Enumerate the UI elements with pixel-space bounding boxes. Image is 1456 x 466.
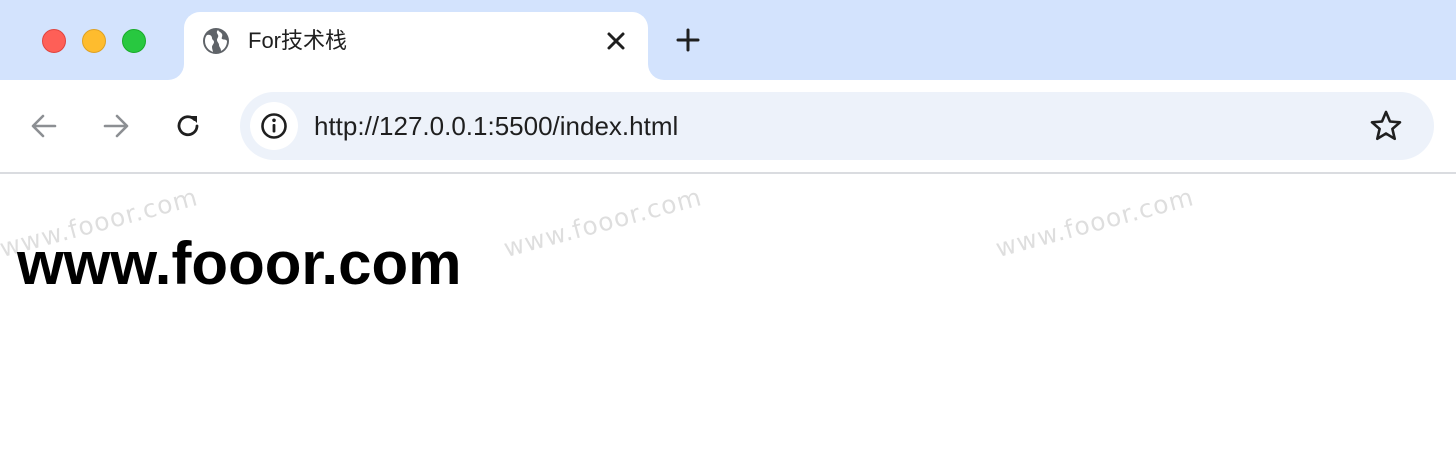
plus-icon[interactable] — [672, 24, 704, 56]
window-close-button[interactable] — [42, 29, 66, 53]
watermark: www.fooor.com — [992, 182, 1198, 263]
arrow-left-icon[interactable] — [26, 108, 62, 144]
tab-strip: For技术栈 — [0, 0, 1456, 80]
url-text[interactable]: http://127.0.0.1:5500/index.html — [314, 110, 678, 142]
tab-active[interactable]: For技术栈 — [184, 12, 648, 80]
window-minimize-button[interactable] — [82, 29, 106, 53]
browser-window: For技术栈 http://127.0.0.1:5500/index.html … — [0, 0, 1456, 466]
info-icon — [261, 113, 287, 139]
address-bar[interactable]: http://127.0.0.1:5500/index.html — [240, 92, 1434, 160]
globe-icon — [201, 26, 231, 56]
toolbar: http://127.0.0.1:5500/index.html — [0, 80, 1456, 174]
site-info-button[interactable] — [250, 102, 298, 150]
window-zoom-button[interactable] — [122, 29, 146, 53]
arrow-right-icon[interactable] — [98, 108, 134, 144]
watermark: www.fooor.com — [500, 182, 706, 263]
page-heading: www.fooor.com — [17, 230, 462, 297]
reload-icon[interactable] — [170, 108, 206, 144]
page-content: www.fooor.com www.fooor.com www.fooor.co… — [0, 174, 1456, 466]
star-icon[interactable] — [1368, 108, 1404, 144]
tab-title: For技术栈 — [248, 28, 348, 53]
close-icon[interactable] — [602, 27, 630, 55]
